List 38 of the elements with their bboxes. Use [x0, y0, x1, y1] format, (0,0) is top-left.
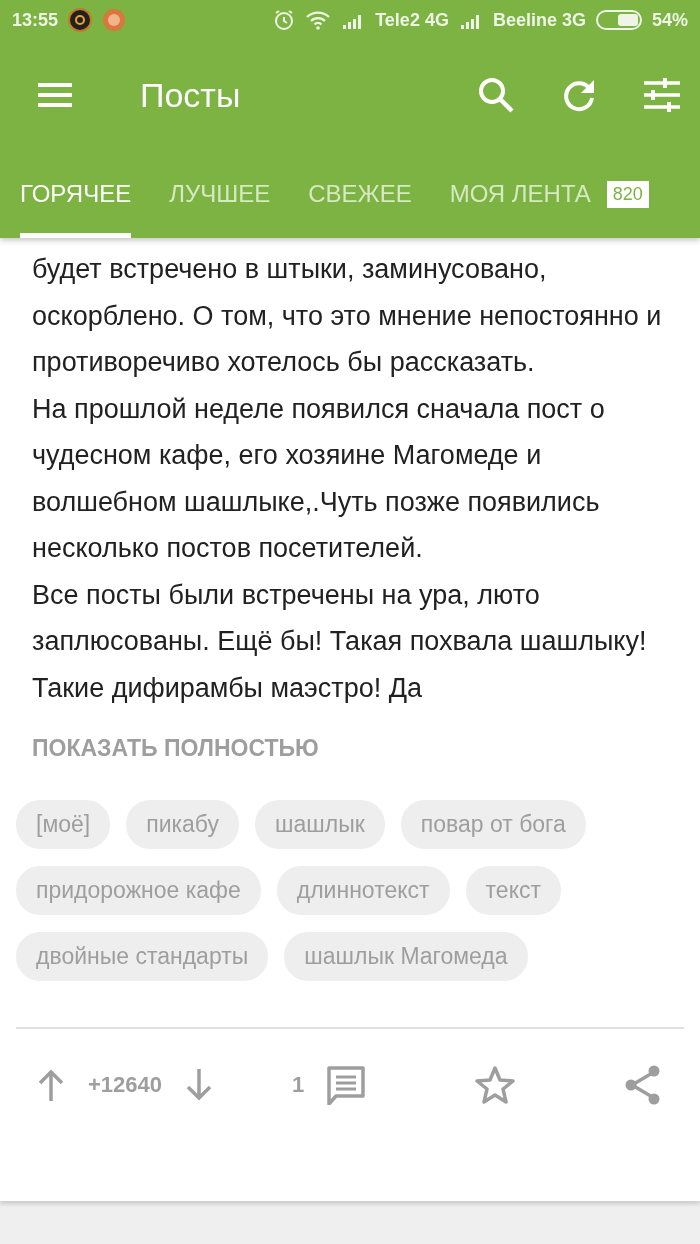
comment-icon[interactable]	[326, 1065, 367, 1105]
tag-chip[interactable]: пикабу	[126, 800, 240, 849]
refresh-icon[interactable]	[562, 78, 596, 112]
status-time: 13:55	[12, 9, 59, 31]
tab[interactable]: СВЕЖЕЕ	[308, 150, 412, 238]
tag-chip[interactable]: шашлык Магомеда	[284, 932, 528, 981]
tab[interactable]: ЛУЧШЕЕ	[169, 150, 271, 238]
comment-count: 1	[292, 1072, 305, 1098]
tag-chip[interactable]: [моё]	[16, 800, 111, 849]
search-icon[interactable]	[478, 77, 514, 113]
share-icon[interactable]	[624, 1065, 662, 1105]
carrier-label: Beeline 3G	[492, 9, 586, 31]
tab[interactable]: МОЯ ЛЕНТА	[449, 150, 591, 238]
upvote-icon[interactable]	[38, 1069, 64, 1101]
count-badge: 820	[606, 180, 649, 208]
show-more-link[interactable]: ПОКАЗАТЬ ПОЛНОСТЬЮ	[32, 735, 319, 762]
menu-icon[interactable]	[38, 82, 72, 108]
tag-chip[interactable]: длиннотекст	[276, 866, 450, 915]
alarm-icon	[273, 9, 296, 31]
downvote-icon[interactable]	[186, 1069, 213, 1101]
carrier-label: Tele2 4G	[375, 9, 449, 31]
post-paragraph: будет встречено в штыки, заминусовано, оскорблено. О том, что это мнение непостоянно и противоречиво хотелось бы рассказать.	[32, 253, 663, 379]
rating-count: +12640	[88, 1072, 163, 1098]
toolbar-title: Посты	[140, 75, 241, 115]
star-icon[interactable]	[474, 1065, 517, 1105]
post-paragraph: На прошлой неделе появился сначала пост о чудесном кафе, его хозяине Магомеде и волшебном шашлыке,.Чуть позже появились несколько постов посетителей.	[32, 392, 606, 565]
post-paragraph: Все посты были встречены на ура, люто заплюсованы. Ещё бы! Такая похвала шашлыку! Такие дифирамбы маэстро! Да	[32, 578, 648, 705]
mail-app-icon	[68, 8, 93, 32]
tag-chip[interactable]: текст	[465, 866, 561, 915]
tag-chip[interactable]: шашлык	[255, 800, 385, 849]
tag-chip[interactable]: придорожное кафе	[16, 866, 261, 915]
tag-chip[interactable]: двойные стандарты	[16, 932, 269, 981]
wifi-icon	[305, 10, 332, 30]
filter-settings-icon[interactable]	[644, 78, 680, 112]
tag-chip[interactable]: повар от бога	[400, 800, 586, 849]
battery-icon	[595, 10, 642, 30]
app-notification-icon	[102, 8, 127, 32]
battery-percent: 54%	[651, 9, 688, 31]
